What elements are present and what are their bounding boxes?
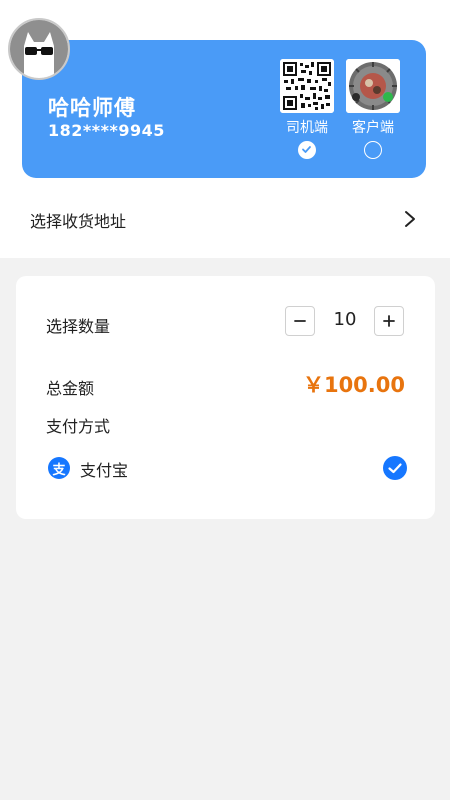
- address-selector[interactable]: 选择收货地址: [0, 196, 450, 242]
- payment-method-label: 支付方式: [46, 417, 111, 436]
- minus-icon: [294, 320, 306, 322]
- decrease-quantity-button[interactable]: [285, 306, 315, 336]
- check-icon: [388, 463, 402, 474]
- total-amount: ￥100.00: [302, 373, 405, 397]
- quantity-label: 选择数量: [46, 317, 111, 336]
- check-icon: [302, 146, 311, 153]
- payment-method-name: 支付宝: [80, 461, 129, 480]
- increase-quantity-button[interactable]: [374, 306, 404, 336]
- total-label: 总金额: [46, 379, 95, 398]
- address-label: 选择收货地址: [30, 212, 127, 231]
- user-name: 哈哈师傅: [48, 96, 136, 120]
- top-section: 哈哈师傅 182****9945 司机端 客户端 选择收货地址: [0, 0, 450, 258]
- customer-label: 客户端: [352, 120, 394, 136]
- quantity-value[interactable]: 10: [321, 309, 369, 330]
- plus-icon: [383, 315, 395, 327]
- cat-sunglasses-icon: [10, 20, 68, 78]
- alipay-icon: 支: [48, 457, 70, 479]
- driver-radio-selected[interactable]: [298, 141, 316, 159]
- check-circle-icon[interactable]: [383, 456, 407, 480]
- driver-label: 司机端: [286, 120, 328, 136]
- qr-code-icon: [280, 59, 334, 113]
- avatar[interactable]: [8, 18, 70, 80]
- chevron-right-icon: [405, 211, 415, 227]
- mini-program-code-icon: [346, 59, 400, 113]
- driver-qr-code[interactable]: [280, 59, 334, 113]
- payment-option-alipay[interactable]: 支 支付宝: [42, 454, 412, 482]
- customer-radio[interactable]: [364, 141, 382, 159]
- order-card: 选择数量 10 总金额 ￥100.00 支付方式 支 支付宝: [16, 276, 435, 519]
- user-phone: 182****9945: [48, 121, 165, 140]
- customer-qr-code[interactable]: [346, 59, 400, 113]
